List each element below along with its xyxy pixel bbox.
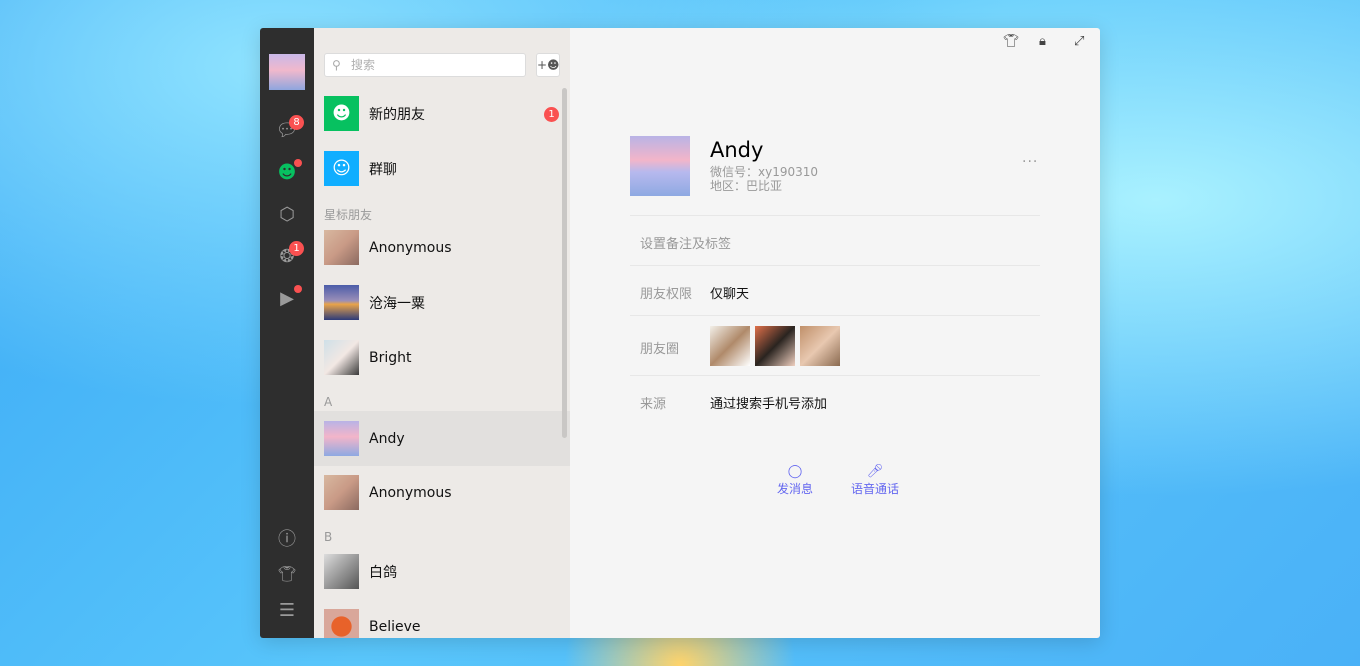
region: 地区：巴比亚 xyxy=(710,177,782,194)
section-b-header: B xyxy=(324,530,332,544)
avatar xyxy=(324,230,359,265)
add-friend-icon: ☻ xyxy=(324,96,359,131)
skin-shirt-icon[interactable]: 👕︎ xyxy=(275,562,299,586)
search-icon: ⚲ xyxy=(332,54,341,76)
scrollbar[interactable] xyxy=(562,88,567,438)
skin-shirt-icon[interactable]: 👕︎ xyxy=(1003,34,1020,49)
new-friends-item[interactable]: ☻新的朋友1 xyxy=(314,86,570,141)
avatar xyxy=(324,554,359,589)
divider xyxy=(630,215,1040,216)
group-icon: ☺ xyxy=(324,151,359,186)
moments-photo[interactable] xyxy=(800,326,840,366)
video-dot xyxy=(294,285,302,293)
moments-photo[interactable] xyxy=(755,326,795,366)
avatar xyxy=(324,609,359,638)
add-contact-button[interactable]: +☻ xyxy=(536,53,560,77)
moments-label: 朋友圈 xyxy=(640,338,679,357)
contacts-icon[interactable]: ☻ xyxy=(275,160,299,184)
new-friends-badge: 1 xyxy=(544,107,559,122)
search-input[interactable]: ⚲搜索 xyxy=(324,53,526,77)
contact-list: ⚲搜索 +☻ ☻新的朋友1 ☺群聊 星标朋友 Anonymous 沧海一粟 Br… xyxy=(314,28,570,638)
favorites-cube-icon[interactable]: ⬡ xyxy=(275,202,299,226)
send-message-button[interactable]: ◯发消息 xyxy=(777,464,813,497)
list-item[interactable]: 沧海一粟 xyxy=(314,275,570,330)
chat-badge: 8 xyxy=(289,115,304,130)
avatar xyxy=(324,340,359,375)
avatar xyxy=(324,285,359,320)
microphone-icon: 🎤︎ xyxy=(851,464,899,480)
avatar xyxy=(324,421,359,456)
list-item-selected[interactable]: Andy xyxy=(314,411,570,466)
divider xyxy=(630,375,1040,376)
chat-icon[interactable]: 💬︎8 xyxy=(275,118,299,142)
moments-photo[interactable] xyxy=(710,326,750,366)
divider xyxy=(630,265,1040,266)
menu-icon[interactable]: ☰ xyxy=(275,598,299,622)
lock-icon[interactable]: 🔒︎ xyxy=(1039,34,1046,49)
list-item[interactable]: Anonymous xyxy=(314,220,570,275)
my-avatar[interactable] xyxy=(269,54,305,90)
sidebar: 💬︎8 ☻ ⬡ ❂1 ▶ ⓘ 👕︎ ☰ xyxy=(260,28,314,638)
divider xyxy=(630,315,1040,316)
more-button[interactable]: ··· xyxy=(1022,154,1038,170)
remark-tags-link[interactable]: 设置备注及标签 xyxy=(640,233,731,252)
source-label: 来源 xyxy=(640,393,666,412)
moments-aperture-icon[interactable]: ❂1 xyxy=(275,244,299,268)
profile-panel: 👕︎ 🔒︎ ⤢ Andy 微信号：xy190310 地区：巴比亚 ··· 设置备… xyxy=(570,28,1100,638)
moments-badge: 1 xyxy=(289,241,304,256)
list-item[interactable]: Bright xyxy=(314,330,570,385)
source-value: 通过搜索手机号添加 xyxy=(710,393,827,412)
permission-label: 朋友权限 xyxy=(640,283,692,302)
list-item[interactable]: Believe xyxy=(314,599,570,638)
group-chat-item[interactable]: ☺群聊 xyxy=(314,141,570,196)
video-play-icon[interactable]: ▶ xyxy=(275,286,299,310)
list-item[interactable]: Anonymous xyxy=(314,465,570,520)
voice-call-button[interactable]: 🎤︎语音通话 xyxy=(851,464,899,497)
wechat-window: 💬︎8 ☻ ⬡ ❂1 ▶ ⓘ 👕︎ ☰ ⚲搜索 +☻ ☻新的朋友1 ☺群聊 星标… xyxy=(260,28,1100,638)
contacts-dot xyxy=(294,159,302,167)
section-a-header: A xyxy=(324,395,332,409)
list-item[interactable]: 白鸽 xyxy=(314,544,570,599)
avatar xyxy=(324,475,359,510)
profile-avatar[interactable] xyxy=(630,136,690,196)
permission-value[interactable]: 仅聊天 xyxy=(710,283,749,302)
chat-bubble-icon: ◯ xyxy=(777,464,813,480)
maximize-icon[interactable]: ⤢ xyxy=(1074,34,1084,49)
profile-name: Andy xyxy=(710,138,763,162)
info-icon[interactable]: ⓘ xyxy=(275,526,299,550)
